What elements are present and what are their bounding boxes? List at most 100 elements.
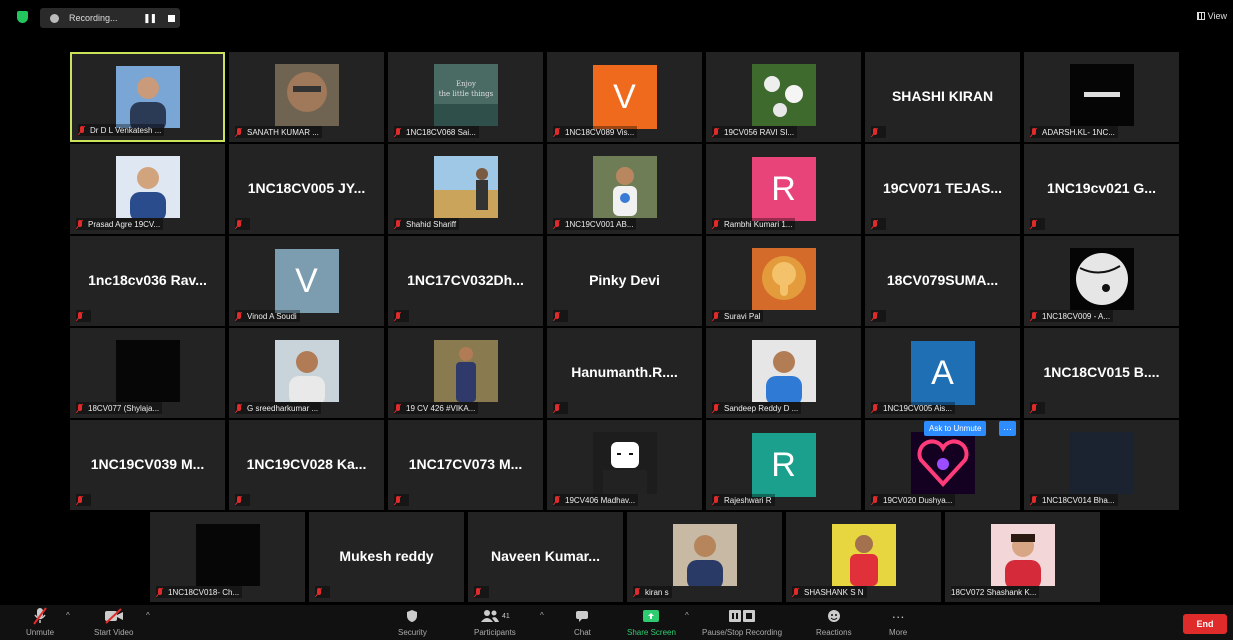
participant-tile[interactable]: 1NC18CV005 JY... — [229, 144, 384, 234]
chat-button[interactable]: Chat — [574, 607, 591, 637]
participant-name-label — [76, 494, 91, 506]
participant-tile[interactable]: 1NC17CV032Dh... — [388, 236, 543, 326]
mic-muted-icon — [394, 311, 402, 321]
participant-tile[interactable]: 1NC18CV014 Bha... — [1024, 420, 1179, 510]
avatar-letter: A — [910, 341, 975, 405]
participant-tile[interactable]: 1NC19cv021 G... — [1024, 144, 1179, 234]
participant-tile[interactable]: 1NC18CV018- Ch... — [150, 512, 305, 602]
participant-tile[interactable]: ADARSH.KL- 1NC... — [1024, 52, 1179, 142]
shield-icon[interactable] — [17, 11, 28, 23]
stop-icon[interactable] — [168, 14, 176, 22]
participant-name-label — [76, 310, 91, 322]
mic-muted-icon — [871, 219, 879, 229]
mic-muted-icon — [553, 219, 561, 229]
participants-caret-icon[interactable]: ^ — [540, 611, 544, 620]
participant-tile[interactable]: Sandeep Reddy D ... — [706, 328, 861, 418]
participant-tile[interactable]: 1NC19CV039 M... — [70, 420, 225, 510]
participant-name-text: 19CV056 RAVI SI... — [724, 127, 795, 137]
participant-name-label: Rajeshwari R — [712, 494, 775, 506]
top-bar: Recording... ❚❚ View — [0, 0, 1233, 34]
participant-name-label: SHASHANK S N — [792, 586, 867, 598]
participant-tile[interactable]: 1NC19CV001 AB... — [547, 144, 702, 234]
recording-indicator: Recording... ❚❚ — [40, 8, 180, 28]
participant-display-name: Hanumanth.R.... — [571, 364, 678, 380]
participant-tile[interactable]: 18CV072 Shashank K... — [945, 512, 1100, 602]
participant-tile[interactable]: Prasad Agre 19CV... — [70, 144, 225, 234]
recording-label: Recording... — [69, 13, 118, 23]
participant-display-name: 1nc18cv036 Rav... — [88, 272, 207, 288]
participant-tile[interactable]: Naveen Kumar... — [468, 512, 623, 602]
participant-video — [751, 64, 816, 126]
security-button[interactable]: Security — [398, 607, 427, 637]
participant-display-name: 18CV079SUMA... — [886, 272, 999, 288]
participant-tile[interactable]: SHASHANK S N — [786, 512, 941, 602]
participant-tile[interactable]: Suravi Pal — [706, 236, 861, 326]
participant-tile[interactable]: Mukesh reddy — [309, 512, 464, 602]
participant-name-text: G sreedharkumar ... — [247, 403, 319, 413]
participants-button[interactable]: 41 Participants — [474, 607, 516, 637]
participant-name-label: 1NC18CV068 Sai... — [394, 126, 479, 138]
mic-muted-icon — [315, 587, 323, 597]
share-options-caret-icon[interactable]: ^ — [685, 611, 689, 620]
participant-tile[interactable]: 19CV071 TEJAS... — [865, 144, 1020, 234]
participant-tile[interactable]: 1NC19CV028 Ka... — [229, 420, 384, 510]
participant-name-label — [871, 310, 886, 322]
view-button[interactable]: View — [1196, 11, 1227, 21]
more-button[interactable]: ··· More — [889, 607, 907, 638]
unmute-button[interactable]: Unmute — [26, 607, 54, 637]
pause-stop-recording-button[interactable]: Pause/Stop Recording — [702, 607, 782, 637]
mic-muted-icon — [76, 311, 84, 321]
pause-icon[interactable]: ❚❚ — [143, 13, 157, 24]
video-options-caret-icon[interactable]: ^ — [146, 611, 150, 620]
participant-tile[interactable]: kiran s — [627, 512, 782, 602]
participant-name-label: SANATH KUMAR ... — [235, 126, 322, 138]
pause-stop-icon — [727, 607, 757, 625]
participant-video — [910, 432, 975, 494]
participant-video — [115, 66, 180, 132]
participant-tile[interactable]: 18CV077 (Shylaja... — [70, 328, 225, 418]
participant-tile[interactable]: G sreedharkumar ... — [229, 328, 384, 418]
participant-tile[interactable]: Shahid Shariff — [388, 144, 543, 234]
participant-tile[interactable]: 19 CV 426 #VIKA... — [388, 328, 543, 418]
participant-tile[interactable]: A 1NC19CV005 Ais... — [865, 328, 1020, 418]
participant-tile[interactable]: 1NC18CV009 - A... — [1024, 236, 1179, 326]
participants-count: 41 — [502, 612, 510, 620]
reactions-button[interactable]: Reactions — [816, 607, 852, 637]
participant-tile[interactable]: SHASHI KIRAN — [865, 52, 1020, 142]
participant-tile[interactable]: 1NC17CV073 M... — [388, 420, 543, 510]
participant-tile[interactable]: Enjoy the little things 1NC18CV068 Sai... — [388, 52, 543, 142]
participant-name-label: 1NC18CV018- Ch... — [156, 586, 243, 598]
participant-name-label: Dr D L Venkatesh ... — [78, 124, 165, 136]
audio-options-caret-icon[interactable]: ^ — [66, 611, 70, 620]
share-screen-button[interactable]: Share Screen — [627, 607, 676, 637]
tile-more-button[interactable]: ··· — [999, 421, 1016, 436]
end-meeting-button[interactable]: End — [1183, 614, 1227, 634]
participant-tile[interactable]: V Vinod A Soudi — [229, 236, 384, 326]
mic-muted-icon — [235, 311, 243, 321]
participant-tile[interactable]: Hanumanth.R.... — [547, 328, 702, 418]
share-screen-icon — [642, 607, 660, 625]
participant-tile[interactable]: 19CV406 Madhav... — [547, 420, 702, 510]
participant-tile[interactable]: Dr D L Venkatesh ... — [70, 52, 225, 142]
mic-muted-icon — [1030, 403, 1038, 413]
participant-tile[interactable]: 18CV079SUMA... — [865, 236, 1020, 326]
participant-tile[interactable]: SANATH KUMAR ... — [229, 52, 384, 142]
participant-tile[interactable]: Pinky Devi — [547, 236, 702, 326]
participant-tile[interactable]: R Rajeshwari R — [706, 420, 861, 510]
participant-display-name: 1NC19CV028 Ka... — [246, 456, 367, 472]
participant-tile[interactable]: 1NC18CV015 B.... — [1024, 328, 1179, 418]
participant-tile[interactable]: 1nc18cv036 Rav... — [70, 236, 225, 326]
participant-name-text: Vinod A Soudi — [247, 311, 297, 321]
participant-name-text: SHASHANK S N — [804, 587, 864, 597]
participant-tile[interactable]: 19CV056 RAVI SI... — [706, 52, 861, 142]
shield-icon — [406, 607, 418, 625]
ask-to-unmute-button[interactable]: Ask to Unmute — [924, 421, 987, 436]
participant-tile[interactable]: V 1NC18CV089 Vis... — [547, 52, 702, 142]
participant-tile[interactable]: R Rambhi Kumari 1... — [706, 144, 861, 234]
participant-video — [1069, 64, 1134, 126]
svg-text:the little things: the little things — [438, 90, 493, 98]
participant-name-text: Dr D L Venkatesh ... — [90, 125, 162, 135]
reactions-icon — [827, 607, 841, 625]
start-video-button[interactable]: Start Video — [94, 607, 133, 637]
mic-muted-icon — [792, 587, 800, 597]
